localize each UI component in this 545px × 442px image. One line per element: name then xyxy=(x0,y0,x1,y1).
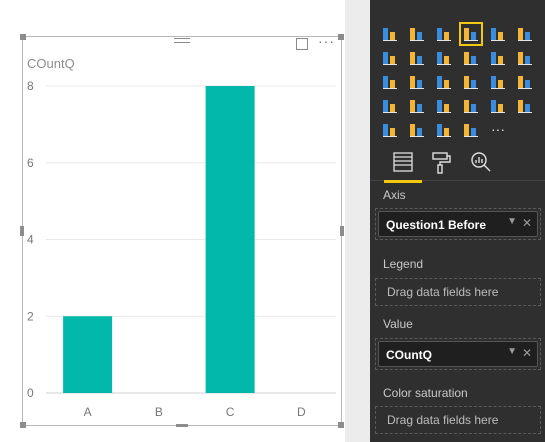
stacked-column-icon[interactable] xyxy=(407,24,427,44)
value-field-name: COuntQ xyxy=(386,348,432,362)
close-icon[interactable]: ✕ xyxy=(522,216,532,230)
format-paint-icon[interactable] xyxy=(426,147,456,177)
ribbon-chart-icon[interactable] xyxy=(515,48,535,68)
color-saturation-label: Color saturation xyxy=(383,386,468,400)
legend-label: Legend xyxy=(383,257,424,271)
bar xyxy=(205,86,255,393)
canvas-gutter xyxy=(345,0,370,442)
x-tick-label: D xyxy=(297,405,306,419)
line-column-icon[interactable] xyxy=(461,48,481,68)
axis-field-name: Question1 Before xyxy=(386,218,487,232)
color-saturation-placeholder: Drag data fields here xyxy=(387,413,499,427)
table-icon[interactable] xyxy=(488,72,508,92)
pane-tabs xyxy=(370,143,545,183)
x-tick-label: C xyxy=(226,405,235,419)
color-saturation-well[interactable]: Drag data fields here xyxy=(375,406,541,434)
value-label: Value xyxy=(383,317,413,331)
chevron-down-icon[interactable]: ▼ xyxy=(507,346,517,357)
r-visual-icon[interactable] xyxy=(434,120,454,140)
analytics-icon[interactable] xyxy=(466,147,496,177)
clustered-bar-icon[interactable] xyxy=(434,24,454,44)
y-tick-label: 2 xyxy=(27,309,34,323)
y-tick-label: 8 xyxy=(27,79,34,93)
donut-icon[interactable] xyxy=(407,120,427,140)
more-icon[interactable]: ··· xyxy=(488,120,508,140)
legend-well[interactable]: Drag data fields here xyxy=(375,278,541,306)
100pct-bar-icon[interactable] xyxy=(488,24,508,44)
bar xyxy=(63,316,113,393)
scatter-icon[interactable] xyxy=(380,72,400,92)
multirow-card-icon[interactable] xyxy=(461,96,481,116)
card-icon[interactable] xyxy=(488,96,508,116)
report-canvas: ··· COuntQ 02468ABCD xyxy=(0,0,345,442)
y-tick-label: 4 xyxy=(27,233,34,247)
matrix-icon[interactable] xyxy=(515,72,535,92)
kpi-icon[interactable] xyxy=(515,96,535,116)
filled-map-icon[interactable] xyxy=(380,96,400,116)
line-stacked-column-icon[interactable] xyxy=(488,48,508,68)
axis-field-pill[interactable]: Question1 Before ▼ ✕ xyxy=(378,211,538,237)
bar-chart: 0 2 4 6 8 A B C D xyxy=(27,79,336,419)
x-tick-label: B xyxy=(155,405,163,419)
legend-placeholder: Drag data fields here xyxy=(387,285,499,299)
clustered-column-icon[interactable] xyxy=(459,22,483,46)
pane-header xyxy=(370,0,545,4)
stacked-area-icon[interactable] xyxy=(434,48,454,68)
area-chart-icon[interactable] xyxy=(407,48,427,68)
value-field-pill[interactable]: COuntQ ▼ ✕ xyxy=(378,341,538,367)
y-tick-label: 6 xyxy=(27,156,34,170)
y-tick-label: 0 xyxy=(27,386,34,400)
axis-label: Axis xyxy=(383,188,406,202)
funnel-icon[interactable] xyxy=(407,96,427,116)
map-icon[interactable] xyxy=(461,72,481,92)
visualizations-pane: ··· Axis Question1 Before ▼ ✕ Legend Dra… xyxy=(370,0,545,442)
100pct-column-icon[interactable] xyxy=(515,24,535,44)
gauge-icon[interactable] xyxy=(434,96,454,116)
line-chart-icon[interactable] xyxy=(380,48,400,68)
chevron-down-icon[interactable]: ▼ xyxy=(507,216,517,227)
pie-chart-icon[interactable] xyxy=(407,72,427,92)
stacked-bar-icon[interactable] xyxy=(380,24,400,44)
fields-tab-icon[interactable] xyxy=(384,147,422,183)
slicer-icon[interactable] xyxy=(380,120,400,140)
globe-icon[interactable] xyxy=(461,120,481,140)
close-icon[interactable]: ✕ xyxy=(522,346,532,360)
x-tick-label: A xyxy=(84,405,92,419)
treemap-icon[interactable] xyxy=(434,72,454,92)
